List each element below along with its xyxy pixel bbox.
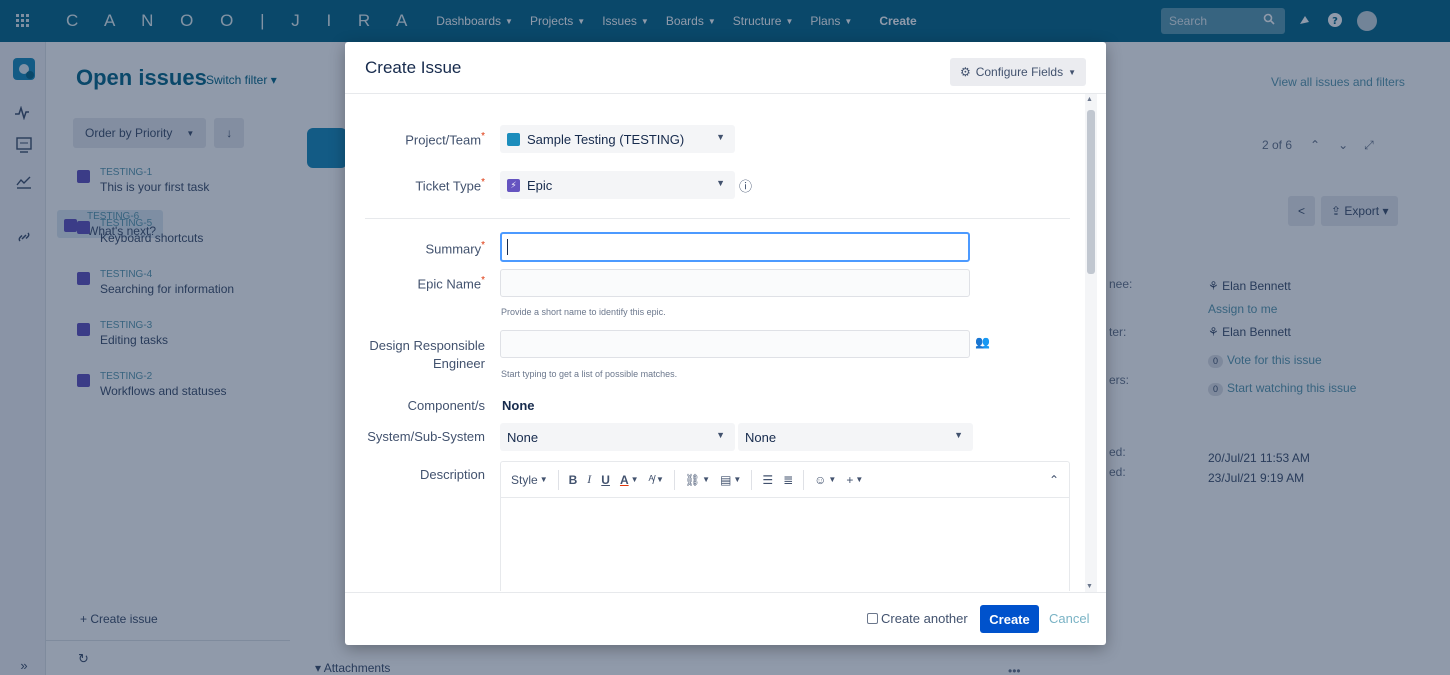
chevron-down-icon: ▼ — [828, 475, 837, 484]
system-label: System/Sub-System — [367, 429, 485, 444]
dialog-title: Create Issue — [365, 57, 462, 77]
design-engineer-label: Design Responsible Engineer — [369, 338, 485, 371]
epic-name-input[interactable] — [500, 269, 970, 297]
user-picker-icon[interactable]: 👥 — [975, 335, 990, 349]
checkbox[interactable] — [867, 613, 878, 624]
toolbar-separator — [557, 469, 559, 490]
cancel-link[interactable]: Cancel — [1049, 611, 1089, 626]
collapse-toolbar-icon[interactable]: ⌃ — [1049, 473, 1059, 487]
plus-icon: + — [846, 472, 854, 487]
epic-icon: ⚡ — [507, 178, 520, 192]
toolbar-separator — [673, 469, 675, 490]
chevron-down-icon: ▼ — [716, 132, 725, 142]
description-textarea[interactable] — [501, 498, 1069, 591]
ticket-type-select[interactable]: ⚡ Epic ▼ — [500, 171, 735, 199]
bullet-list-icon[interactable]: ☰ — [762, 473, 773, 487]
dialog-header: Create Issue ⚙ Configure Fields ▼ — [345, 42, 1106, 94]
editor-toolbar: Style ▼ B I U A ▼ ᴬ̸ ▼ ⛓ ▼ ▤ ▼ ☰ ≣ ☺ ▼ + ▼ ⌃ — [501, 462, 1069, 498]
component-label: Component/s — [407, 398, 485, 413]
chevron-down-icon: ▼ — [716, 430, 725, 440]
chevron-down-icon: ▼ — [954, 430, 963, 440]
component-value[interactable]: None — [502, 398, 535, 413]
description-editor: Style ▼ B I U A ▼ ᴬ̸ ▼ ⛓ ▼ ▤ ▼ ☰ ≣ ☺ ▼ + ▼ ⌃ — [500, 461, 1070, 591]
scroll-down-icon[interactable]: ▼ — [1086, 583, 1093, 590]
scrollbar-thumb[interactable] — [1087, 110, 1095, 274]
italic-button[interactable]: I — [587, 472, 591, 487]
toolbar-separator — [803, 469, 805, 490]
link-button[interactable]: ⛓ ▼ — [685, 473, 710, 487]
project-icon — [507, 132, 520, 146]
emoji-icon: ☺ — [814, 472, 827, 487]
design-engineer-input[interactable] — [500, 330, 970, 358]
text-cursor — [507, 239, 508, 255]
summary-input[interactable] — [500, 232, 970, 262]
chevron-down-icon: ▼ — [733, 475, 742, 484]
description-label: Description — [419, 467, 485, 482]
chevron-down-icon: ▼ — [1068, 67, 1076, 77]
bold-button[interactable]: B — [569, 473, 578, 487]
attachment-icon: ▤ — [720, 472, 732, 487]
dialog-scrollbar[interactable]: ▲ ▼ — [1085, 94, 1097, 592]
system-select[interactable]: None ▼ — [500, 423, 735, 451]
project-select[interactable]: Sample Testing (TESTING) ▼ — [500, 125, 735, 153]
chevron-down-icon: ▼ — [630, 475, 639, 484]
create-issue-dialog: Create Issue ⚙ Configure Fields ▼ Projec… — [345, 42, 1106, 645]
attachment-button[interactable]: ▤ ▼ — [720, 473, 741, 487]
chevron-down-icon: ▼ — [539, 475, 548, 484]
emoji-button[interactable]: ☺ ▼ — [814, 473, 836, 487]
toolbar-separator — [751, 469, 753, 490]
numbered-list-icon[interactable]: ≣ — [783, 473, 793, 487]
ticket-type-label: Ticket Type* — [415, 177, 485, 194]
section-divider — [365, 218, 1070, 219]
dialog-footer: Create another Create Cancel — [345, 592, 1106, 645]
chevron-down-icon: ▼ — [716, 178, 725, 188]
chevron-down-icon: ▼ — [855, 475, 864, 484]
gear-icon: ⚙ — [959, 65, 971, 79]
subsystem-select[interactable]: None ▼ — [738, 423, 973, 451]
epic-name-hint: Provide a short name to identify this ep… — [501, 307, 666, 317]
epic-name-label: Epic Name* — [417, 275, 485, 292]
project-label: Project/Team* — [405, 131, 485, 148]
chevron-down-icon: ▼ — [655, 475, 664, 484]
link-icon: ⛓ — [684, 472, 701, 487]
chevron-down-icon: ▼ — [702, 475, 711, 484]
underline-button[interactable]: U — [601, 473, 610, 487]
design-engineer-hint: Start typing to get a list of possible m… — [501, 369, 678, 379]
create-button[interactable]: Create — [980, 605, 1039, 633]
more-formatting-button[interactable]: ᴬ̸ ▼ — [649, 473, 664, 487]
scroll-up-icon[interactable]: ▲ — [1086, 96, 1093, 103]
configure-fields-button[interactable]: ⚙ Configure Fields ▼ — [949, 58, 1086, 86]
format-icon: ᴬ̸ — [648, 472, 654, 487]
help-icon[interactable]: ⓘ — [739, 176, 752, 195]
insert-button[interactable]: + ▼ — [846, 473, 863, 487]
summary-label: Summary* — [425, 240, 485, 257]
style-dropdown[interactable]: Style ▼ — [511, 473, 548, 487]
dialog-body: Project/Team* Sample Testing (TESTING) ▼… — [345, 95, 1087, 591]
text-color-button[interactable]: A ▼ — [620, 473, 639, 487]
create-another-checkbox[interactable]: Create another — [867, 611, 968, 626]
